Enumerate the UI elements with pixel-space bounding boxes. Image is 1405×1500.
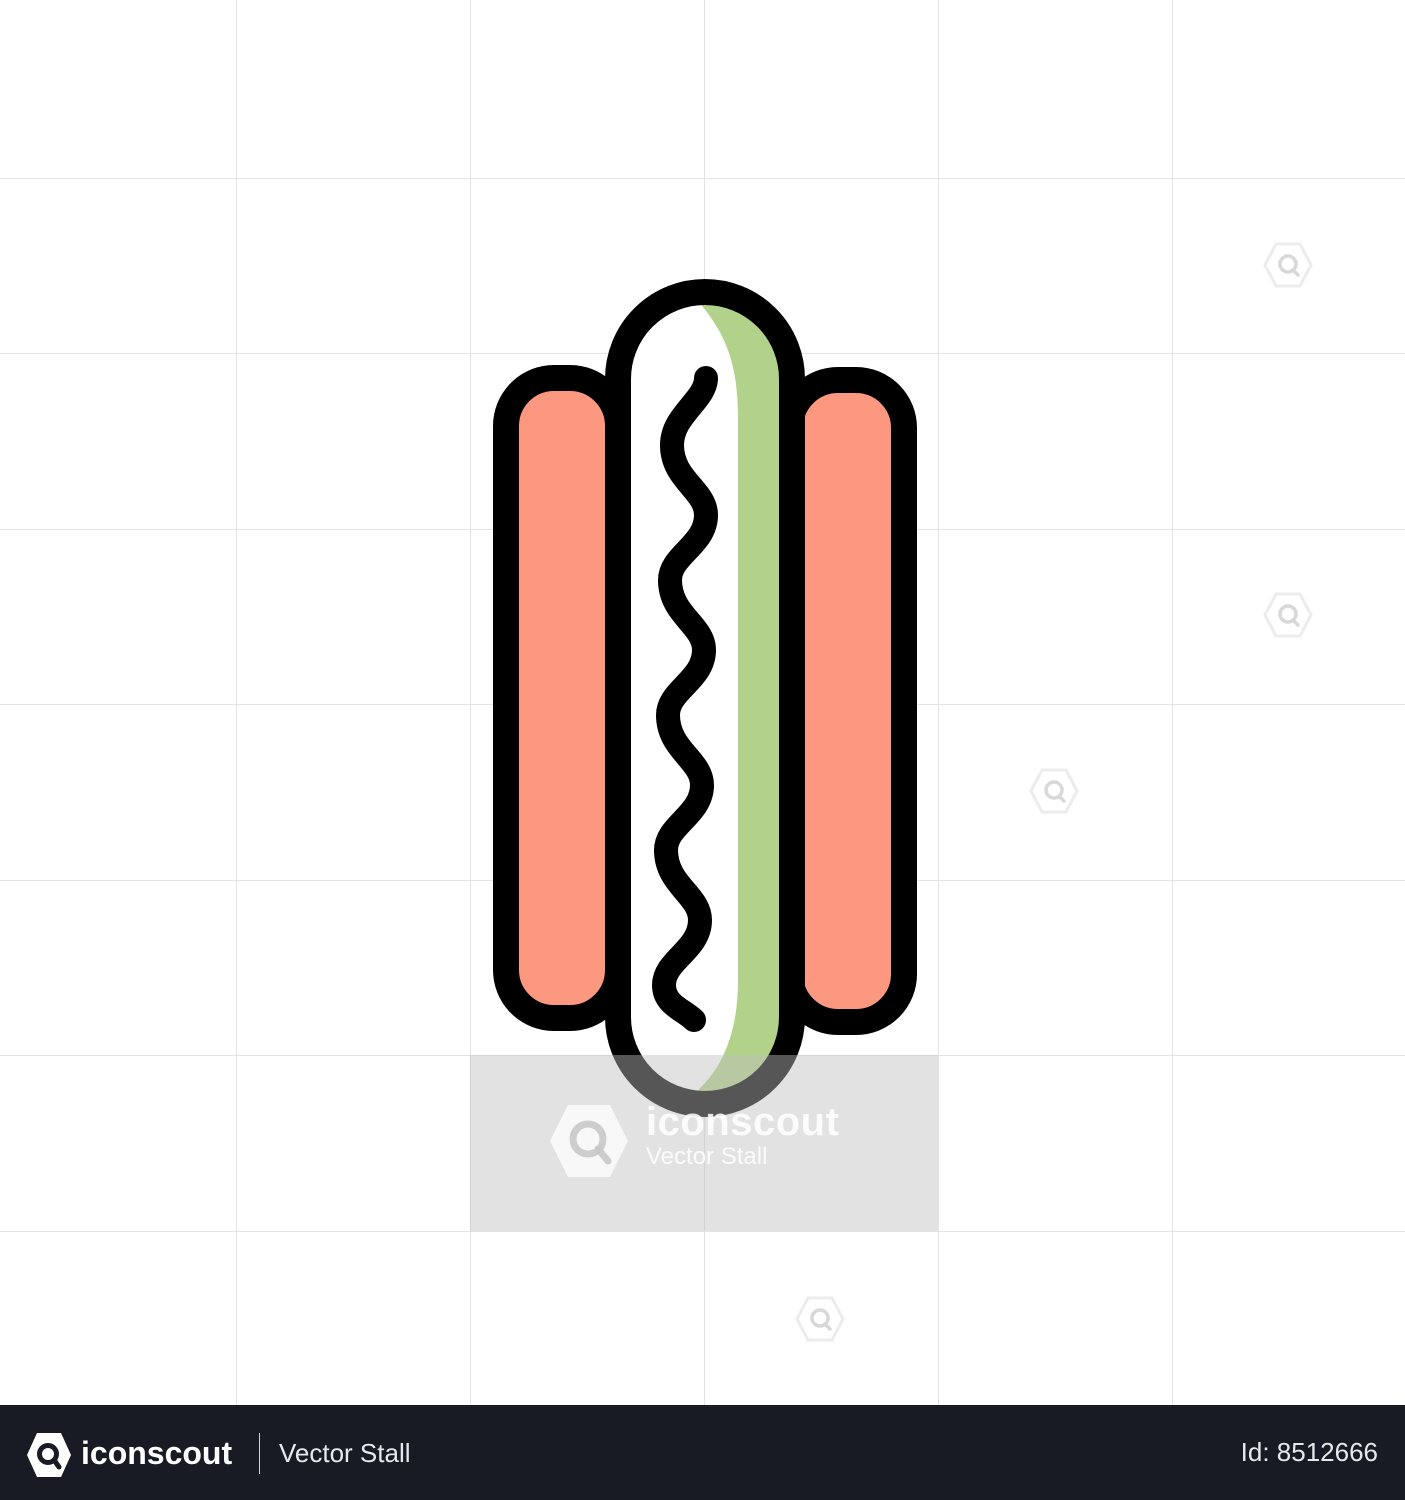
watermark-logo-icon xyxy=(1263,242,1313,288)
preview-canvas: iconscout Vector Stall xyxy=(0,0,1405,1405)
bun-left xyxy=(493,365,631,1031)
watermark-logo-icon xyxy=(1263,592,1313,638)
author-name[interactable]: Vector Stall xyxy=(279,1438,411,1469)
divider xyxy=(259,1433,260,1474)
brand-name[interactable]: iconscout xyxy=(81,1435,232,1472)
asset-id: Id: 8512666 xyxy=(1240,1437,1378,1467)
bun-right xyxy=(777,367,917,1035)
watermark-logo-icon xyxy=(795,1296,845,1342)
watermark-author: Vector Stall xyxy=(646,1143,768,1170)
footer-bar: iconscout Vector Stall Id: 8512666 xyxy=(0,1405,1405,1500)
watermark-brand: iconscout xyxy=(646,1100,840,1144)
iconscout-logo-icon xyxy=(550,1105,628,1177)
watermark-text: iconscout Vector Stall xyxy=(646,1100,839,1170)
iconscout-logo-icon[interactable] xyxy=(26,1432,72,1478)
watermark-logo-icon xyxy=(1029,768,1079,814)
